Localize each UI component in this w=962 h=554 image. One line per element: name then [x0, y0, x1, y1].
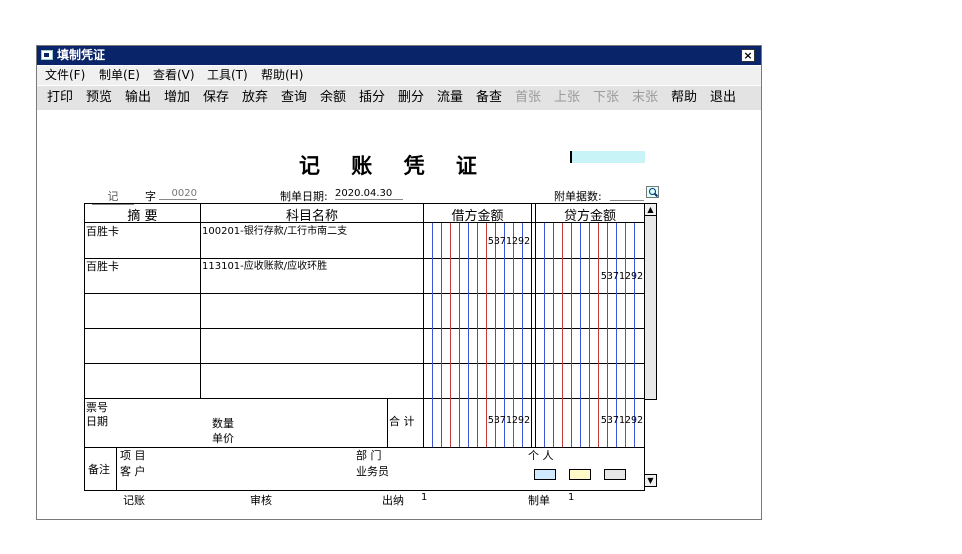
unit-price-label: 单价: [212, 432, 234, 445]
notes-icon[interactable]: [534, 469, 556, 480]
entry-summary[interactable]: 百胜卡: [86, 260, 119, 273]
balance-button[interactable]: 余额: [320, 90, 346, 106]
cashflow-button[interactable]: 流量: [437, 90, 463, 106]
ticket-label: 票号: [86, 401, 108, 414]
toolbar: 打印 预览 输出 增加 保存 放弃 查询 余额 插分 删分 流量 备查 首张 上…: [37, 86, 761, 110]
voucher-mark-field[interactable]: [570, 151, 645, 163]
vertical-scrollbar[interactable]: [644, 203, 657, 400]
first-button[interactable]: 首张: [515, 90, 541, 106]
total-label: 合 计: [389, 415, 415, 428]
memo-button[interactable]: 备查: [476, 90, 502, 106]
summary-header: 摘 要: [127, 209, 158, 224]
menu-tools[interactable]: 工具(T): [207, 68, 248, 83]
menu-voucher[interactable]: 制单(E): [99, 68, 140, 83]
title-bar: 填制凭证 ×: [37, 46, 761, 65]
export-button[interactable]: 输出: [125, 90, 151, 106]
exit-button[interactable]: 退出: [710, 90, 736, 106]
scroll-down-icon[interactable]: ▼: [644, 474, 657, 487]
discard-button[interactable]: 放弃: [242, 90, 268, 106]
customer-label: 客 户: [120, 465, 146, 478]
voucher-window: 填制凭证 × 文件(F) 制单(E) 查看(V) 工具(T) 帮助(H) 打印 …: [36, 45, 762, 520]
menu-view[interactable]: 查看(V): [153, 68, 195, 83]
department-label: 部 门: [356, 449, 382, 462]
add-button[interactable]: 增加: [164, 90, 190, 106]
insert-entry-button[interactable]: 插分: [359, 90, 385, 106]
cashier-label: 出纳: [382, 494, 404, 507]
bookkeeper-label: 记账: [123, 494, 145, 507]
delete-entry-button[interactable]: 删分: [398, 90, 424, 106]
date-field[interactable]: 2020.04.30: [335, 188, 403, 200]
app-icon: [41, 50, 53, 60]
credit-total: 5371292: [600, 415, 643, 426]
print-button[interactable]: 打印: [47, 90, 73, 106]
credit-header: 贷方金额: [563, 209, 616, 224]
menu-file[interactable]: 文件(F): [45, 68, 85, 83]
auditor-label: 审核: [250, 494, 272, 507]
attachments-field[interactable]: [610, 188, 644, 201]
voucher-grid: 摘 要 科目名称 借方金额 贷方金额 百胜卡 100201-银行存款/工行市南二…: [84, 203, 645, 491]
project-label: 项 目: [120, 449, 146, 462]
pen-icon[interactable]: [604, 469, 626, 480]
prev-button[interactable]: 上张: [554, 90, 580, 106]
entry-debit[interactable]: 5371292: [424, 236, 530, 247]
salesperson-label: 业务员: [356, 465, 389, 478]
debit-total: 5371292: [487, 415, 530, 426]
voucher-zi-label: 字: [145, 190, 156, 203]
entry-summary[interactable]: 百胜卡: [86, 225, 119, 238]
last-button[interactable]: 末张: [632, 90, 658, 106]
ticket-date-label: 日期: [86, 415, 108, 428]
account-header: 科目名称: [285, 209, 338, 224]
quantity-label: 数量: [212, 417, 234, 430]
close-button[interactable]: ×: [741, 49, 755, 62]
voucher-area: 记 账 凭 证 记 字 0020 制单日期: 2020.04.30 附单据数:: [37, 110, 761, 519]
card-icon[interactable]: [569, 469, 591, 480]
scroll-up-icon[interactable]: ▲: [644, 203, 657, 216]
query-button[interactable]: 查询: [281, 90, 307, 106]
remarks-label: 备注: [88, 463, 110, 476]
window-title: 填制凭证: [57, 48, 106, 62]
entry-account[interactable]: 113101-应收账款/应收环胜: [202, 260, 327, 273]
preview-button[interactable]: 预览: [86, 90, 112, 106]
next-button[interactable]: 下张: [593, 90, 619, 106]
voucher-title: 记 账 凭 证: [299, 153, 489, 178]
help-button[interactable]: 帮助: [671, 90, 697, 106]
voucher-number-field[interactable]: 0020: [159, 188, 197, 200]
person-label: 个 人: [528, 449, 554, 462]
cashier-value: 1: [421, 492, 428, 503]
date-label: 制单日期:: [280, 190, 328, 203]
maker-label: 制单: [528, 494, 550, 507]
attachments-label: 附单据数:: [554, 190, 602, 203]
save-button[interactable]: 保存: [203, 90, 229, 106]
maker-value: 1: [568, 492, 575, 503]
search-icon[interactable]: [646, 186, 659, 198]
entry-credit[interactable]: 5371292: [536, 271, 643, 282]
menu-bar: 文件(F) 制单(E) 查看(V) 工具(T) 帮助(H): [37, 66, 761, 85]
entry-account[interactable]: 100201-银行存款/工行市南二支: [202, 225, 347, 238]
debit-header: 借方金额: [451, 209, 504, 224]
menu-help[interactable]: 帮助(H): [261, 68, 303, 83]
